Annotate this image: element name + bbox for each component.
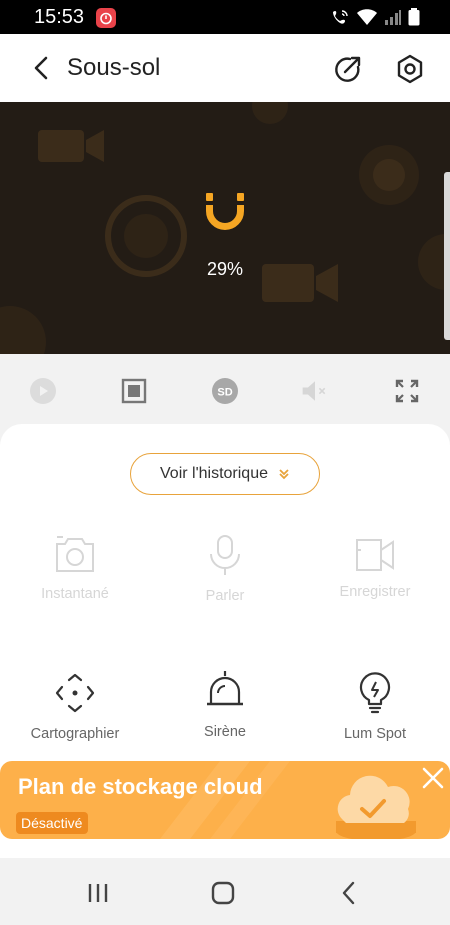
quality-button[interactable]: SD: [210, 376, 240, 406]
siren-button[interactable]: Sirène: [150, 670, 300, 740]
camera-decoration-icon: [38, 130, 104, 162]
wifi-call-icon: [333, 10, 348, 24]
scroll-handle[interactable]: [444, 172, 450, 340]
recent-apps-icon[interactable]: [84, 880, 112, 906]
cloud-storage-banner[interactable]: Plan de stockage cloud Désactivé: [0, 761, 450, 839]
back-nav-icon[interactable]: [336, 880, 364, 906]
app-notification-icon: [96, 8, 116, 28]
cloud-icon: [336, 775, 416, 839]
loading-percent: 29%: [206, 259, 244, 279]
talk-label: Parler: [205, 588, 245, 604]
share-icon[interactable]: [333, 54, 363, 84]
mute-icon: [302, 381, 326, 401]
status-bar: 15:53: [0, 0, 450, 34]
siren-label: Sirène: [204, 724, 246, 740]
settings-icon[interactable]: [394, 53, 426, 85]
camera-icon: [56, 536, 94, 572]
status-icons: [330, 8, 420, 26]
snapshot-button[interactable]: Instantané: [0, 536, 150, 602]
pan-directions-icon: [55, 673, 95, 713]
play-button[interactable]: [28, 376, 58, 406]
lens-decoration-icon: [359, 145, 419, 205]
map-label: Cartographier: [30, 726, 120, 742]
record-button[interactable]: Enregistrer: [300, 538, 450, 600]
video-player[interactable]: 29%: [0, 102, 450, 354]
page-title: Sous-sol: [67, 54, 161, 81]
snapshot-label: Instantané: [41, 586, 109, 602]
view-history-label: Voir l'historique: [160, 465, 268, 482]
stop-icon: [121, 378, 147, 404]
home-icon[interactable]: [209, 880, 237, 906]
chevron-double-down-icon: [279, 469, 289, 480]
cloud-banner-title: Plan de stockage cloud: [18, 774, 263, 799]
battery-icon: [408, 8, 420, 26]
lens-decoration-icon: [252, 102, 288, 124]
play-icon: [30, 378, 56, 404]
close-icon[interactable]: [420, 765, 446, 791]
video-record-icon: [356, 539, 394, 571]
svg-text:SD: SD: [217, 387, 232, 399]
siren-icon: [207, 671, 243, 706]
sd-icon: SD: [212, 378, 238, 404]
map-button[interactable]: Cartographier: [0, 672, 150, 742]
spotlight-button[interactable]: Lum Spot: [300, 670, 450, 742]
lens-decoration-icon: [0, 306, 46, 354]
stop-button[interactable]: [119, 376, 149, 406]
status-time: 15:53: [34, 6, 85, 28]
mute-button[interactable]: [300, 376, 330, 406]
playback-controls: SD: [0, 354, 450, 424]
brand-logo-icon: [206, 193, 244, 230]
record-label: Enregistrer: [339, 584, 411, 600]
fullscreen-icon: [395, 379, 419, 403]
microphone-icon: [210, 535, 240, 575]
app-header: Sous-sol: [0, 34, 450, 102]
view-history-button[interactable]: Voir l'historique: [130, 453, 320, 495]
wifi-icon: [357, 9, 377, 25]
signal-icon: [385, 10, 401, 25]
cloud-status-badge: Désactivé: [16, 812, 89, 834]
back-arrow-icon[interactable]: [28, 54, 56, 82]
spotlight-label: Lum Spot: [343, 726, 407, 742]
talk-button[interactable]: Parler: [150, 534, 300, 604]
system-nav-bar: [0, 858, 450, 925]
fullscreen-button[interactable]: [392, 376, 422, 406]
lightbulb-icon: [359, 672, 391, 714]
